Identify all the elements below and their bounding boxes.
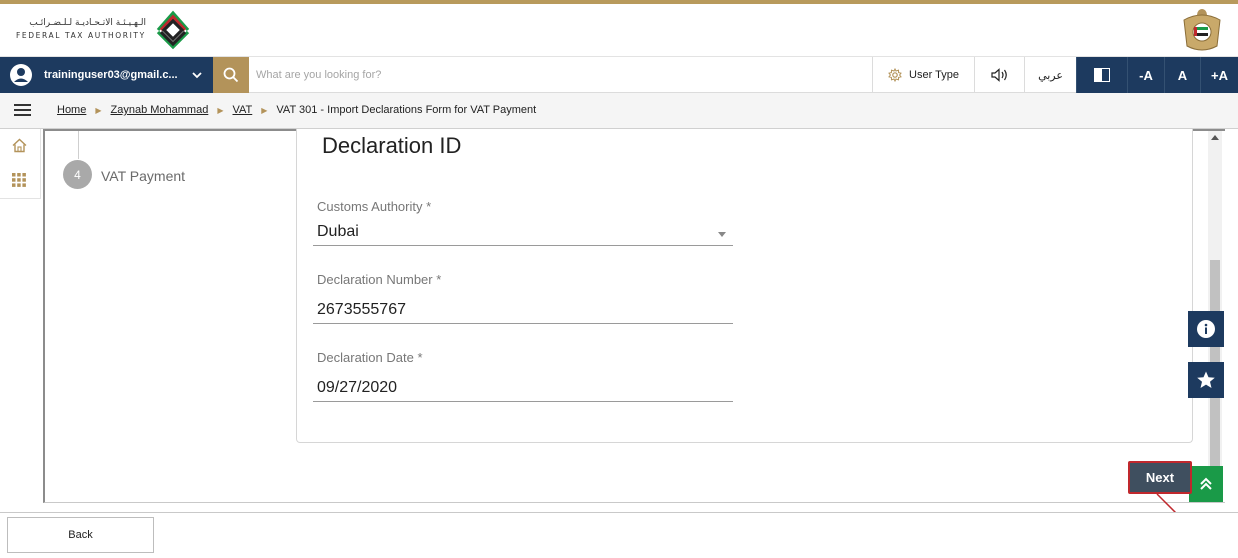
font-increase-button[interactable]: +A [1200, 57, 1238, 93]
info-icon [1197, 320, 1215, 338]
language-arabic-button[interactable]: عربي [1024, 57, 1076, 93]
step-connector-line [78, 131, 79, 159]
chevron-down-icon [191, 72, 202, 79]
next-button[interactable]: Next [1128, 461, 1192, 494]
breadcrumb-home-link[interactable]: Home [57, 104, 86, 116]
breadcrumb-arrow-icon: ▶ [95, 105, 102, 115]
site-header: الـهـيـئـة الاتـحـاديـة لـلـضـرائـب FEDE… [0, 4, 1238, 57]
search-button[interactable] [213, 57, 249, 93]
search-icon [223, 67, 239, 83]
fta-logo-text[interactable]: الـهـيـئـة الاتـحـاديـة لـلـضـرائـب FEDE… [16, 18, 146, 42]
user-account-menu[interactable]: traininguser03@gmail.c... [0, 57, 213, 93]
speaker-icon [990, 68, 1007, 82]
star-icon [1197, 371, 1215, 388]
dropdown-caret-icon [718, 232, 726, 237]
user-type-label: User Type [909, 69, 959, 81]
main-content-frame: 4 VAT Payment Declaration ID Customs Aut… [43, 129, 1225, 503]
customs-authority-label: Customs Authority * [317, 199, 432, 214]
info-button[interactable] [1188, 311, 1224, 347]
fta-logo-mark-icon[interactable] [150, 8, 196, 52]
user-type-button[interactable]: User Type [872, 57, 974, 93]
favorite-button[interactable] [1188, 362, 1224, 398]
customs-authority-select[interactable]: Dubai [313, 218, 733, 246]
apps-grid-icon[interactable] [12, 173, 26, 187]
double-chevron-up-icon [1200, 477, 1212, 490]
search-input[interactable] [256, 66, 856, 84]
breadcrumb-bar: Home ▶ Zaynab Mohammad ▶ VAT ▶ VAT 301 -… [0, 93, 1238, 129]
user-avatar-icon [10, 64, 32, 86]
hamburger-menu-icon[interactable] [14, 103, 31, 117]
breadcrumb-current: VAT 301 - Import Declarations Form for V… [276, 104, 537, 116]
breadcrumb: Home ▶ Zaynab Mohammad ▶ VAT ▶ VAT 301 -… [57, 104, 536, 116]
back-button[interactable]: Back [7, 517, 154, 553]
declaration-number-value: 2673555767 [317, 301, 406, 318]
declaration-date-field[interactable]: 09/27/2020 [313, 374, 733, 402]
user-email: traininguser03@gmail.c... [44, 69, 178, 81]
mini-sidebar [0, 129, 41, 199]
breadcrumb-arrow-icon: ▶ [217, 105, 224, 115]
scroll-up-arrow-icon[interactable] [1211, 135, 1219, 140]
logo-arabic-text: الـهـيـئـة الاتـحـاديـة لـلـضـرائـب [29, 18, 146, 28]
declaration-date-value: 09/27/2020 [317, 379, 398, 396]
section-title: Declaration ID [322, 133, 462, 158]
step-label[interactable]: VAT Payment [101, 168, 185, 184]
contrast-toggle-button[interactable] [1076, 57, 1127, 93]
breadcrumb-user-link[interactable]: Zaynab Mohammad [111, 104, 209, 116]
breadcrumb-arrow-icon: ▶ [261, 105, 268, 115]
declaration-number-label: Declaration Number * [317, 272, 442, 287]
declaration-date-label: Declaration Date * [317, 350, 423, 365]
home-icon[interactable] [12, 138, 27, 153]
customs-authority-value: Dubai [317, 223, 359, 240]
breadcrumb-vat-link[interactable]: VAT [232, 104, 252, 116]
audio-button[interactable] [974, 57, 1024, 93]
uae-emblem-icon [1183, 9, 1221, 51]
font-normal-button[interactable]: A [1164, 57, 1200, 93]
logo-english-text: FEDERAL TAX AUTHORITY [16, 31, 146, 40]
contrast-icon [1094, 68, 1110, 82]
declaration-number-field[interactable]: 2673555767 [313, 296, 733, 324]
top-toolbar: traininguser03@gmail.c... User Type عربي [0, 57, 1238, 93]
step-number-badge: 4 [63, 160, 92, 189]
font-decrease-button[interactable]: -A [1127, 57, 1164, 93]
gear-icon [888, 68, 902, 82]
declaration-card: Declaration ID Customs Authority * Dubai… [296, 129, 1193, 443]
page-footer: Back [0, 512, 1238, 558]
